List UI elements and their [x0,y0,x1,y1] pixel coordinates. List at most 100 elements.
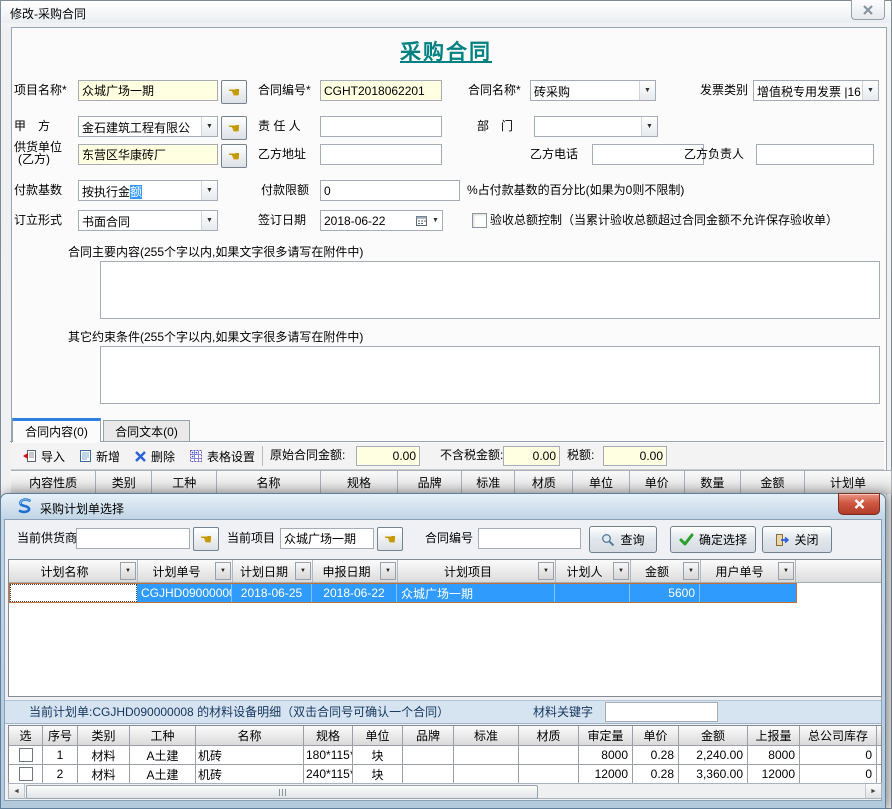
material-keyword-input[interactable] [605,702,718,722]
project-filter-lookup-button[interactable]: ☚ [377,527,403,551]
contract-name-label: 合同名称* [468,84,521,97]
import-button[interactable]: 导入 [15,445,72,468]
col-select[interactable]: 选 [9,726,43,746]
col-name[interactable]: 名称 [196,726,304,746]
close-button[interactable]: 关闭 [762,526,832,553]
other-terms-textarea[interactable] [100,346,880,404]
col-unit[interactable]: 单位 [353,726,403,746]
row-checkbox[interactable] [19,767,33,781]
filter-dropdown-icon[interactable]: ▼ [613,562,629,580]
col-header[interactable]: 单位 [573,471,629,494]
main-content-textarea[interactable] [100,261,880,319]
supplier-lookup-button[interactable]: ☚ [221,144,247,168]
plan-row-selected[interactable]: CGJHD090000008 2018-06-25 2018-06-22 众城广… [9,583,797,603]
col-amount[interactable]: 金额▼ [631,560,701,582]
party-b-leader-input[interactable] [756,144,874,165]
party-a-select[interactable]: 金石建筑工程有限公 ▼ [78,116,218,137]
tab-contract-content[interactable]: 合同内容(0) [12,418,101,442]
query-button[interactable]: 查询 [589,526,657,553]
detail-row[interactable]: 1 材料 A土建 机砖 180*115* 块 8000 0.28 2,240.0… [9,746,881,765]
contract-name-select[interactable]: 砖采购 ▼ [530,80,656,101]
pay-limit-input[interactable] [320,180,460,201]
col-plan-date[interactable]: 计划日期▼ [233,560,313,582]
col-header[interactable]: 材质 [515,471,573,494]
confirm-select-button[interactable]: 确定选择 [670,526,756,553]
col-plan-name[interactable]: 计划名称▼ [9,560,138,582]
close-icon [854,499,865,509]
col-user-no[interactable]: 用户单号▼ [701,560,796,582]
dept-select[interactable]: ▼ [534,116,658,137]
col-unit-price[interactable]: 单价 [633,726,679,746]
col-plan-project[interactable]: 计划项目▼ [398,560,556,582]
orig-amount-input[interactable] [356,446,420,466]
filter-dropdown-icon[interactable]: ▼ [295,562,311,580]
dialog-close-button[interactable] [838,493,880,515]
col-header[interactable]: 金额 [741,471,805,494]
notax-amount-input[interactable] [503,446,560,466]
invoice-type-select[interactable]: 增值税专用发票 |16 ▼ [753,80,879,101]
scroll-left-button[interactable]: ◄ [9,784,25,798]
project-input[interactable] [78,80,218,101]
accept-total-checkbox[interactable] [472,213,487,228]
add-button[interactable]: 新增 [72,445,127,468]
col-material[interactable]: 材质 [519,726,579,746]
filter-dropdown-icon[interactable]: ▼ [215,562,231,580]
col-reported-qty[interactable]: 上报量 [748,726,800,746]
contract-no-filter-input[interactable] [478,528,581,549]
col-header[interactable]: 名称 [217,471,321,494]
current-project-input[interactable] [280,528,374,549]
contract-no-input[interactable] [320,80,442,101]
col-header[interactable]: 计划单 [805,471,892,494]
plan-grid: 计划名称▼ 计划单号▼ 计划日期▼ 申报日期▼ 计划项目▼ 计划人▼ 金额▼ 用… [8,559,882,697]
detail-row[interactable]: 2 材料 A土建 机砖 240*115* 块 12000 0.28 3,360.… [9,765,881,783]
col-spec[interactable]: 规格 [304,726,353,746]
filter-dropdown-icon[interactable]: ▼ [380,562,396,580]
other-terms-label: 其它约束条件(255个字以内,如果文字很多请写在附件中) [68,331,363,344]
filter-dropdown-icon[interactable]: ▼ [120,562,136,580]
form-type-select[interactable]: 书面合同 ▼ [78,210,218,231]
col-index[interactable]: 序号 [43,726,78,746]
window-close-button[interactable] [851,0,885,20]
horizontal-scrollbar[interactable]: ◄ ► [8,783,882,799]
party-b-address-input[interactable] [320,144,442,165]
filter-dropdown-icon[interactable]: ▼ [683,562,699,580]
col-hq-stock[interactable]: 总公司库存 [800,726,877,746]
col-report-date[interactable]: 申报日期▼ [313,560,398,582]
col-trade[interactable]: 工种 [130,726,196,746]
col-header[interactable]: 工种 [152,471,217,494]
col-brand[interactable]: 品牌 [403,726,454,746]
responsible-input[interactable] [320,116,442,137]
col-header[interactable]: 类别 [96,471,152,494]
scroll-right-button[interactable]: ► [865,784,881,798]
pay-limit-label: 付款限额 [261,184,309,197]
scrollbar-track[interactable] [25,784,865,798]
col-header[interactable]: 数量 [685,471,741,494]
tab-contract-text[interactable]: 合同文本(0) [103,420,190,442]
col-header[interactable]: 单价 [630,471,685,494]
pay-limit-note: %占付款基数的百分比(如果为0则不限制) [467,184,684,197]
project-lookup-button[interactable]: ☚ [221,80,247,104]
current-supplier-input[interactable] [76,528,190,549]
col-header[interactable]: 规格 [321,471,398,494]
col-plan-no[interactable]: 计划单号▼ [138,560,233,582]
col-category[interactable]: 类别 [78,726,130,746]
filter-dropdown-icon[interactable]: ▼ [778,562,794,580]
party-a-lookup-button[interactable]: ☚ [221,116,247,140]
row-checkbox[interactable] [19,748,33,762]
col-planner[interactable]: 计划人▼ [556,560,631,582]
col-header[interactable]: 内容性质 [11,471,96,494]
tax-amount-input[interactable] [603,446,667,466]
col-amount[interactable]: 金额 [679,726,748,746]
filter-dropdown-icon[interactable]: ▼ [538,562,554,580]
pay-base-select[interactable]: 按执行金额 ▼ [78,180,218,201]
col-approved-qty[interactable]: 审定量 [579,726,633,746]
delete-button[interactable]: 删除 [127,445,182,468]
supplier-input[interactable] [78,144,218,165]
sign-date-picker[interactable]: 2018-06-22 ▼ [320,210,443,231]
col-standard[interactable]: 标准 [454,726,519,746]
col-header[interactable]: 品牌 [398,471,462,494]
supplier-filter-lookup-button[interactable]: ☚ [193,527,219,551]
scrollbar-thumb[interactable] [26,785,538,799]
grid-settings-button[interactable]: 表格设置 [182,445,262,468]
col-header[interactable]: 标准 [462,471,515,494]
